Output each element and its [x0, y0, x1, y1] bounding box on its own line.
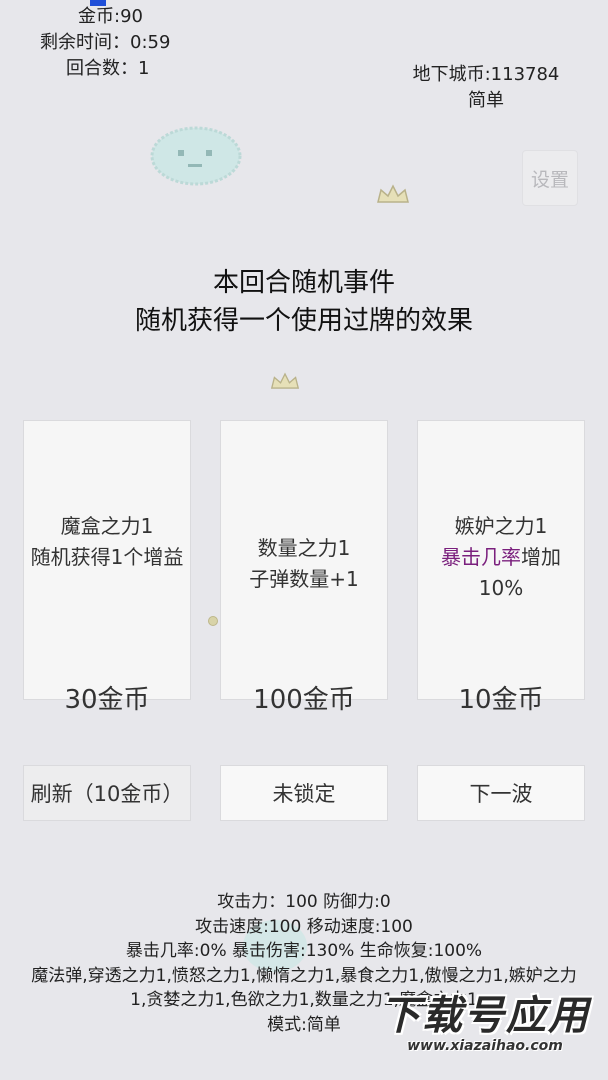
- stats-speed: 攻击速度:100 移动速度:100: [195, 916, 413, 937]
- upgrade-card[interactable]: 嫉妒之力1 暴击几率增加10% 10金币: [417, 420, 585, 715]
- card-name: 数量之力1: [257, 536, 351, 560]
- card-effect: 随机获得1个增益: [30, 545, 184, 569]
- card-effect: 子弹数量+1: [249, 567, 359, 591]
- upgrade-card[interactable]: 魔盒之力1 随机获得1个增益 30金币: [23, 420, 191, 715]
- gold-counter: 金币:90: [78, 6, 143, 27]
- settings-button[interactable]: 设置: [522, 150, 578, 206]
- card-price: 10金币: [458, 685, 544, 715]
- event-description: 随机获得一个使用过牌的效果: [134, 306, 473, 336]
- time-left: 剩余时间：0:59: [40, 32, 171, 53]
- refresh-button[interactable]: 刷新（10金币）: [23, 765, 191, 821]
- round-counter: 回合数：1: [66, 58, 150, 79]
- stats-attack-defense: 攻击力：100 防御力:0: [217, 892, 391, 912]
- card-description: 魔盒之力1 随机获得1个增益: [28, 511, 186, 573]
- card-effect: 暴击几率增加10%: [422, 542, 580, 604]
- card-price: 30金币: [64, 685, 150, 715]
- card-description: 数量之力1 子弹数量+1: [225, 533, 383, 595]
- difficulty-label: 简单: [468, 90, 504, 111]
- crown-icon: [377, 184, 409, 203]
- crown-icon: [270, 372, 300, 389]
- stats-crit: 暴击几率:0% 暴击伤害:130% 生命恢复:100%: [125, 941, 483, 961]
- card-price: 100金币: [253, 685, 355, 715]
- dungeon-info: 地下城币:113784 简单: [396, 62, 576, 114]
- watermark-url: www.xiazaihao.com: [407, 1038, 563, 1054]
- lock-button[interactable]: 未锁定: [220, 765, 388, 821]
- card-name: 嫉妒之力1: [454, 514, 548, 538]
- dungeon-coins: 地下城币:113784: [412, 64, 560, 85]
- card-description: 嫉妒之力1 暴击几率增加10%: [422, 511, 580, 604]
- next-wave-button[interactable]: 下一波: [417, 765, 585, 821]
- coin-drop: [208, 616, 218, 626]
- watermark: 下载号应用 www.xiazaihao.com: [370, 994, 600, 1056]
- event-title: 本回合随机事件: [212, 268, 395, 298]
- card-name: 魔盒之力1: [60, 514, 154, 538]
- card-effect-highlight: 暴击几率: [441, 545, 521, 569]
- upgrade-card[interactable]: 数量之力1 子弹数量+1 100金币: [220, 420, 388, 715]
- slime-icon: [150, 126, 242, 186]
- watermark-title: 下载号应用: [380, 993, 590, 1039]
- random-event: 本回合随机事件 随机获得一个使用过牌的效果: [100, 264, 508, 340]
